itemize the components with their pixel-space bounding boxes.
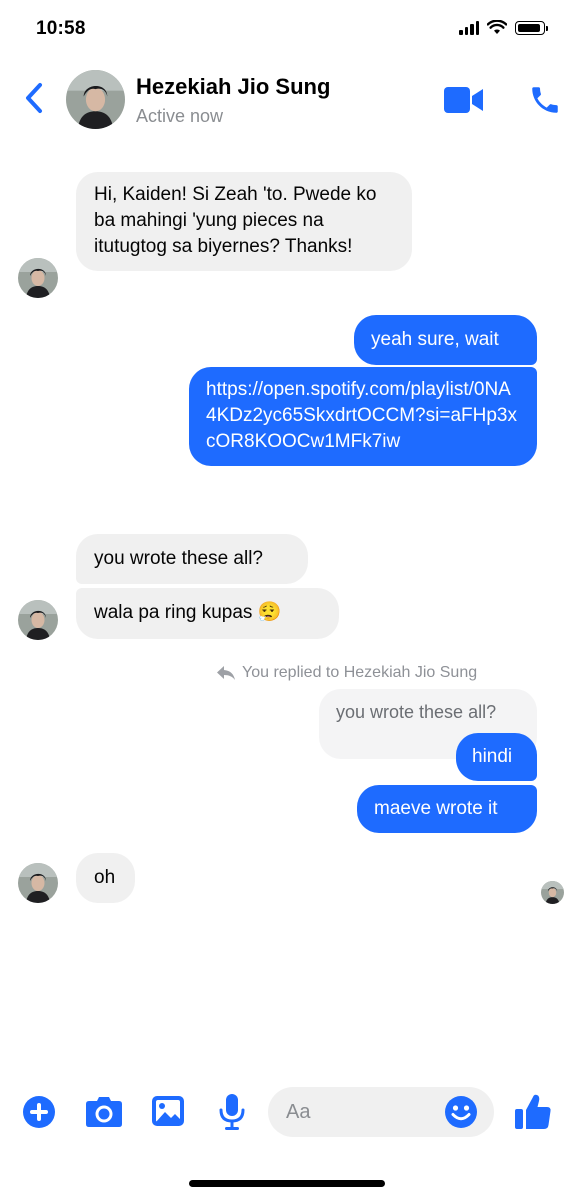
signal-icon [459, 20, 479, 35]
seen-receipt-avatar [541, 881, 564, 904]
outgoing-link-message[interactable]: https://open.spotify.com/playlist/0NA4KD… [189, 367, 537, 466]
wifi-icon [487, 20, 507, 34]
incoming-message[interactable]: wala pa ring kupas 😮‍💨 [76, 588, 339, 639]
microphone-button[interactable] [216, 1092, 248, 1132]
video-call-icon [444, 87, 483, 113]
contact-status: Active now [136, 106, 224, 126]
video-call-button[interactable] [443, 84, 485, 116]
microphone-icon [219, 1094, 245, 1130]
gallery-button[interactable] [150, 1094, 186, 1128]
outgoing-message[interactable]: hindi [456, 733, 537, 781]
message-text: yeah sure, wait [371, 329, 499, 350]
incoming-message[interactable]: Hi, Kaiden! Si Zeah 'to. Pwede ko ba mah… [76, 172, 412, 271]
message-text: maeve wrote it [374, 798, 498, 819]
sender-avatar [18, 258, 58, 298]
message-text: wala pa ring kupas 😮‍💨 [94, 602, 282, 623]
status-time: 10:58 [36, 18, 86, 39]
message-text: oh [94, 867, 116, 888]
status-icons [459, 20, 548, 35]
plus-icon [23, 1096, 55, 1128]
gallery-icon [152, 1096, 184, 1126]
back-chevron-icon [26, 83, 42, 113]
reply-context-label: You replied to Hezekiah Jio Sung [216, 664, 477, 682]
outgoing-message[interactable]: maeve wrote it [357, 785, 537, 833]
outgoing-message[interactable]: yeah sure, wait [354, 315, 537, 365]
thumbs-up-icon [515, 1094, 551, 1129]
back-button[interactable] [18, 78, 50, 118]
battery-icon [515, 20, 548, 35]
plus-button[interactable] [21, 1094, 57, 1130]
message-text: hindi [472, 746, 513, 767]
contact-name[interactable]: Hezekiah Jio Sung [136, 74, 330, 100]
message-text: you wrote these all? [94, 548, 263, 569]
message-input[interactable] [284, 1099, 428, 1125]
contact-avatar[interactable] [66, 70, 125, 129]
sender-avatar [18, 600, 58, 640]
message-input-container[interactable] [268, 1087, 494, 1137]
reply-arrow-icon [217, 666, 235, 680]
reply-context-text: You replied to Hezekiah Jio Sung [242, 664, 478, 681]
sender-avatar [18, 863, 58, 903]
home-indicator [189, 1180, 385, 1187]
link-text[interactable]: https://open.spotify.com/playlist/0NA4KD… [206, 379, 517, 452]
quoted-text: you wrote these all? [336, 702, 497, 722]
like-button[interactable] [513, 1092, 553, 1132]
incoming-message[interactable]: oh [76, 853, 135, 903]
phone-icon [532, 87, 558, 113]
message-text: Hi, Kaiden! Si Zeah 'to. Pwede ko ba mah… [94, 184, 377, 257]
camera-icon [86, 1097, 122, 1127]
phone-call-button[interactable] [528, 83, 562, 117]
emoji-icon[interactable] [444, 1095, 478, 1129]
camera-button[interactable] [84, 1094, 124, 1130]
incoming-message[interactable]: you wrote these all? [76, 534, 308, 584]
